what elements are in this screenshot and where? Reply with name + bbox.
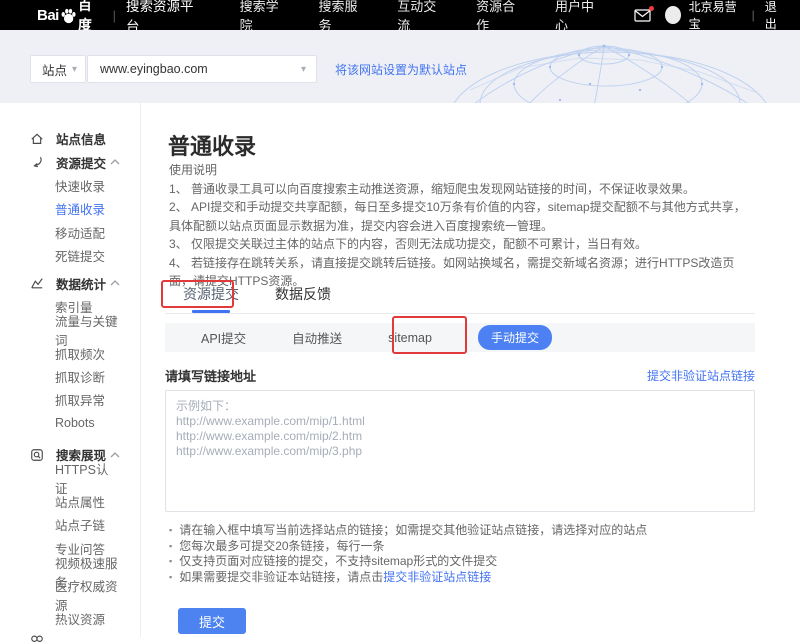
subtab-manual-submit[interactable]: 手动提交 bbox=[478, 325, 552, 350]
site-type-select[interactable]: 站点 ▾ bbox=[30, 55, 86, 83]
sidebar-item-robots[interactable]: Robots bbox=[0, 412, 140, 435]
top-navbar: Bai 百度 | 搜索资源平台 搜索学院 搜索服务 互动交流 资源合作 用户中心 bbox=[0, 0, 800, 30]
sidebar-item-dead-link[interactable]: 死链提交 bbox=[0, 244, 140, 267]
nav-divider: | bbox=[752, 8, 755, 22]
sidebar-item-normal-inclusion[interactable]: 普通收录 bbox=[0, 197, 140, 220]
sidebar-item-label: 资源提交 bbox=[56, 153, 106, 172]
usage-title: 使用说明 bbox=[169, 161, 757, 180]
nav-item-cooperation[interactable]: 资源合作 bbox=[476, 0, 522, 34]
submit-button[interactable]: 提交 bbox=[178, 608, 246, 634]
site-type-label: 站点 bbox=[42, 60, 67, 79]
notes-list: 请在输入框中填写当前选择站点的链接；如需提交其他验证站点链接，请选择对应的站点 … bbox=[169, 523, 647, 585]
mail-icon[interactable] bbox=[634, 9, 651, 22]
subtab-sitemap[interactable]: sitemap bbox=[388, 331, 432, 345]
avatar[interactable] bbox=[665, 6, 681, 24]
form-label-row: 请填写链接地址 提交非验证站点链接 bbox=[165, 366, 755, 385]
nav-item-academy[interactable]: 搜索学院 bbox=[240, 0, 286, 34]
sidebar-item-label: 数据统计 bbox=[56, 274, 106, 293]
nav-menu: 搜索学院 搜索服务 互动交流 资源合作 用户中心 bbox=[240, 0, 634, 34]
logo-text-bai: Bai bbox=[37, 7, 59, 24]
mail-notification-dot bbox=[649, 6, 654, 11]
sidebar-item-medical-authority[interactable]: 医疗权威资源 bbox=[0, 583, 140, 606]
tab-bar: 资源提交 数据反馈 bbox=[165, 284, 755, 314]
sidebar-item-quick-inclusion[interactable]: 快速收录 bbox=[0, 174, 140, 197]
note-item: 仅支持页面对应链接的提交，不支持sitemap形式的文件提交 bbox=[169, 554, 647, 570]
partial-section-icon bbox=[30, 630, 44, 644]
baidu-paw-icon bbox=[60, 7, 77, 24]
chevron-up-icon[interactable] bbox=[110, 452, 120, 458]
search-display-icon bbox=[30, 448, 44, 462]
submit-unverified-link[interactable]: 提交非验证站点链接 bbox=[647, 367, 755, 384]
nav-right-cluster: 北京易营宝 | 退出 bbox=[634, 0, 786, 32]
sidebar: 站点信息 资源提交 快速收录 普通收录 移动适配 死链提交 数据统计 索引量 流… bbox=[0, 103, 141, 637]
sidebar-section-resource-submit[interactable]: 资源提交 bbox=[0, 150, 140, 173]
caret-down-icon: ▾ bbox=[72, 64, 77, 75]
chevron-up-icon[interactable] bbox=[110, 280, 120, 286]
sidebar-section-data-stats[interactable]: 数据统计 bbox=[0, 271, 140, 294]
usage-item: 2、 API提交和手动提交共享配额，每日至多提交10万条有价值的内容，sitem… bbox=[169, 198, 757, 235]
sidebar-item-site-info[interactable]: 站点信息 bbox=[0, 127, 140, 150]
nav-item-usercenter-label: 用户中心 bbox=[555, 0, 594, 33]
url-input-label: 请填写链接地址 bbox=[165, 366, 256, 385]
main-content: 普通收录 使用说明 1、 普通收录工具可以向百度搜索主动推送资源，缩短爬虫发现网… bbox=[141, 103, 800, 637]
username[interactable]: 北京易营宝 bbox=[689, 0, 742, 32]
tab-resource-submit[interactable]: 资源提交 bbox=[183, 284, 239, 313]
usage-instructions: 使用说明 1、 普通收录工具可以向百度搜索主动推送资源，缩短爬虫发现网站链接的时… bbox=[169, 161, 757, 291]
sidebar-item-label: 站点信息 bbox=[56, 129, 106, 148]
sidebar-item-traffic-keywords[interactable]: 流量与关键词 bbox=[0, 318, 140, 341]
site-url-select[interactable]: www.eyingbao.com ▾ bbox=[87, 55, 317, 83]
note-item: 您每次最多可提交20条链接，每行一条 bbox=[169, 539, 647, 555]
note-unverified-link[interactable]: 提交非验证站点链接 bbox=[383, 570, 491, 584]
chevron-up-icon[interactable] bbox=[110, 159, 120, 165]
nav-item-services[interactable]: 搜索服务 bbox=[318, 0, 364, 34]
page-title: 普通收录 bbox=[168, 129, 256, 161]
note-text: 如果需要提交非验证本站链接，请点击 bbox=[179, 570, 383, 584]
stats-icon bbox=[30, 276, 44, 290]
home-icon bbox=[30, 132, 44, 146]
sidebar-item-https-verify[interactable]: HTTPS认证 bbox=[0, 466, 140, 489]
wireframe-globe-graphic bbox=[440, 30, 800, 103]
nav-item-community[interactable]: 互动交流 bbox=[397, 0, 443, 34]
note-item: 如果需要提交非验证本站链接，请点击提交非验证站点链接 bbox=[169, 570, 647, 586]
usage-item: 3、 仅限提交关联过主体的站点下的内容，否则无法成功提交，配额不可累计，当日有效… bbox=[169, 235, 757, 254]
nav-item-usercenter[interactable]: 用户中心 bbox=[555, 0, 601, 34]
site-url-value: www.eyingbao.com bbox=[100, 62, 208, 76]
sidebar-item-site-sublink[interactable]: 站点子链 bbox=[0, 513, 140, 536]
submit-icon bbox=[30, 155, 44, 169]
usage-item: 1、 普通收录工具可以向百度搜索主动推送资源，缩短爬虫发现网站链接的时间，不保证… bbox=[169, 180, 757, 199]
site-selector-band: 站点 ▾ www.eyingbao.com ▾ 将该网站设置为默认站点 bbox=[0, 30, 800, 103]
logout-button[interactable]: 退出 bbox=[765, 0, 786, 32]
sidebar-item-crawl-diagnosis[interactable]: 抓取诊断 bbox=[0, 365, 140, 388]
subtab-api-submit[interactable]: API提交 bbox=[201, 328, 246, 347]
sidebar-item-crawl-anomaly[interactable]: 抓取异常 bbox=[0, 388, 140, 411]
tab-data-feedback[interactable]: 数据反馈 bbox=[275, 284, 331, 313]
sidebar-item-mobile-adaptation[interactable]: 移动适配 bbox=[0, 221, 140, 244]
note-item: 请在输入框中填写当前选择站点的链接；如需提交其他验证站点链接，请选择对应的站点 bbox=[169, 523, 647, 539]
logo-divider: | bbox=[113, 8, 116, 23]
subtab-auto-push[interactable]: 自动推送 bbox=[292, 328, 342, 347]
set-default-site-link[interactable]: 将该网站设置为默认站点 bbox=[335, 61, 467, 78]
site-selector-row: 站点 ▾ www.eyingbao.com ▾ 将该网站设置为默认站点 bbox=[30, 55, 467, 83]
caret-down-icon: ▾ bbox=[301, 64, 306, 75]
url-textarea[interactable] bbox=[165, 390, 755, 512]
subtab-bar: API提交 自动推送 sitemap 手动提交 bbox=[165, 323, 755, 352]
